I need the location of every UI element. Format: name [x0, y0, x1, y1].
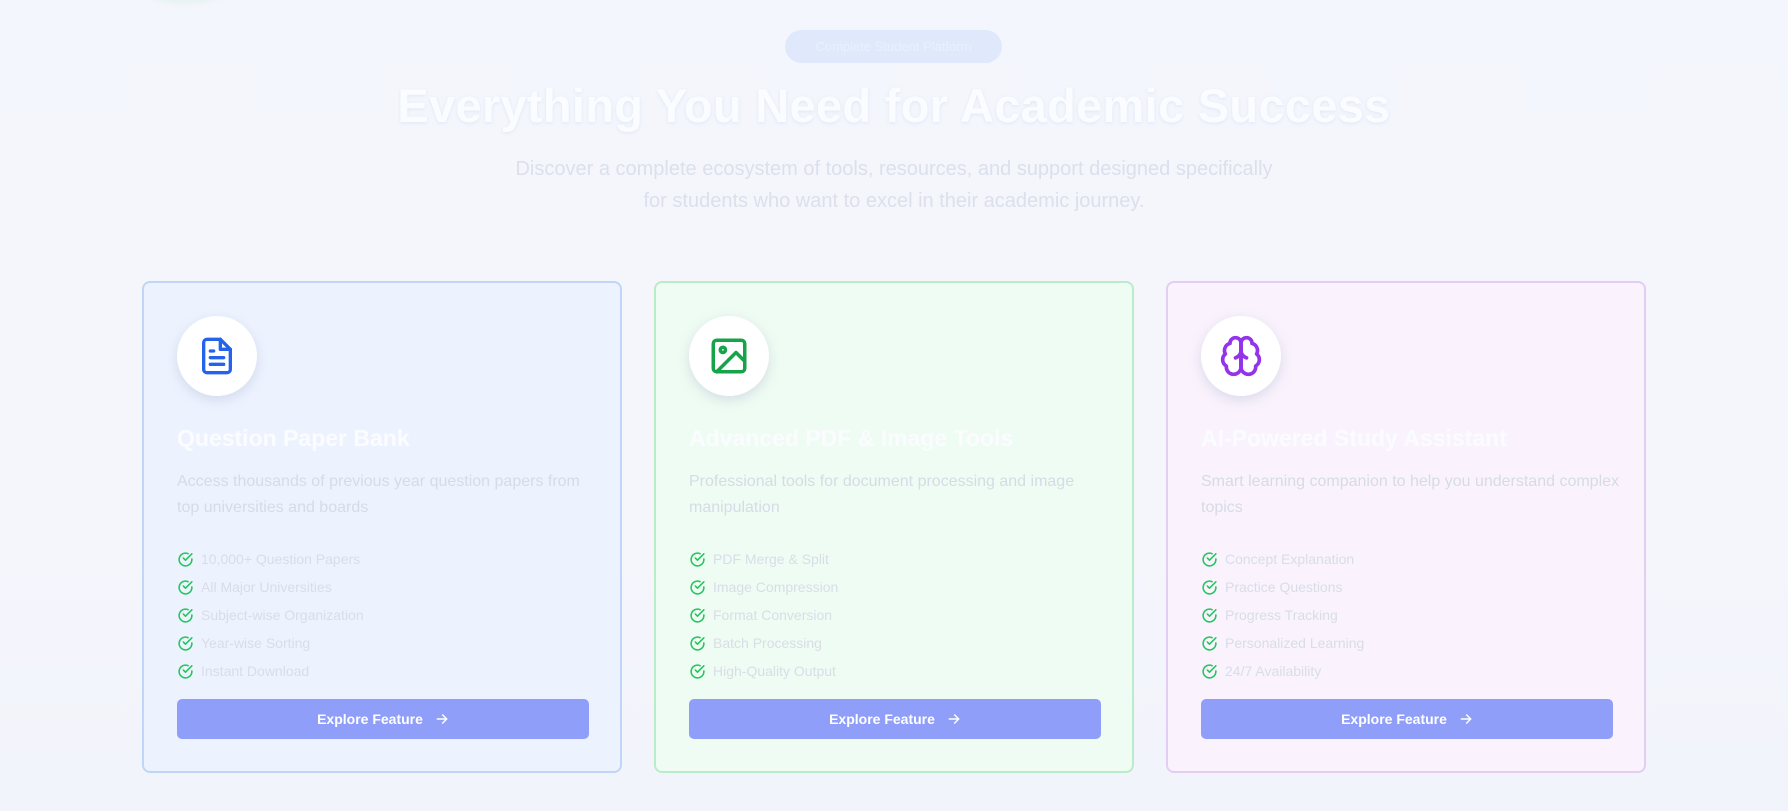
check-circle-icon	[178, 663, 193, 679]
check-circle-icon	[1202, 579, 1217, 595]
feature-list: 10,000+ Question Papers All Major Univer…	[177, 545, 364, 685]
feature-item: Progress Tracking	[1201, 601, 1364, 629]
feature-label: Image Compression	[713, 579, 839, 595]
feature-item: 10,000+ Question Papers	[177, 545, 364, 573]
section-title: Everything You Need for Academic Success	[397, 79, 1391, 132]
check-circle-icon	[178, 579, 193, 595]
feature-item: Practice Questions	[1201, 573, 1364, 601]
feature-label: Progress Tracking	[1225, 607, 1338, 623]
brain-icon	[1220, 335, 1262, 377]
feature-label: PDF Merge & Split	[713, 551, 829, 567]
feature-list: Concept Explanation Practice Questions P…	[1201, 545, 1364, 685]
decorative-blob	[140, 0, 230, 4]
feature-label: 10,000+ Question Papers	[201, 551, 361, 567]
card-description: Access thousands of previous year questi…	[177, 473, 580, 516]
feature-label: Practice Questions	[1225, 579, 1343, 595]
feature-card-pdf-image-tools: Advanced PDF & Image Tools Professional …	[654, 281, 1134, 773]
feature-card-ai-study-assistant: AI-Powered Study Assistant Smart learnin…	[1166, 281, 1646, 773]
card-title: Question Paper Bank	[177, 425, 410, 451]
button-label: Explore Feature	[1341, 711, 1447, 727]
check-circle-icon	[1202, 551, 1217, 567]
explore-feature-button[interactable]: Explore Feature	[1201, 699, 1613, 739]
check-circle-icon	[1202, 663, 1217, 679]
card-icon-wrapper	[689, 316, 769, 396]
feature-item: 24/7 Availability	[1201, 657, 1364, 685]
feature-item: Concept Explanation	[1201, 545, 1364, 573]
feature-item: Instant Download	[177, 657, 364, 685]
check-circle-icon	[690, 579, 705, 595]
card-title: AI-Powered Study Assistant	[1201, 425, 1507, 451]
check-circle-icon	[178, 635, 193, 651]
section-badge: Complete Student Platform	[785, 30, 1002, 63]
card-description: Smart learning companion to help you und…	[1201, 473, 1620, 516]
explore-feature-button[interactable]: Explore Feature	[177, 699, 589, 739]
check-circle-icon	[178, 607, 193, 623]
feature-label: All Major Universities	[201, 579, 332, 595]
card-icon-wrapper	[1201, 316, 1281, 396]
feature-label: Instant Download	[201, 663, 310, 679]
feature-item: High-Quality Output	[689, 657, 838, 685]
feature-item: Personalized Learning	[1201, 629, 1364, 657]
explore-feature-button[interactable]: Explore Feature	[689, 699, 1101, 739]
check-circle-icon	[1202, 607, 1217, 623]
check-circle-icon	[690, 635, 705, 651]
feature-label: Subject-wise Organization	[201, 607, 364, 623]
image-icon	[711, 338, 747, 374]
feature-item: Year-wise Sorting	[177, 629, 364, 657]
check-circle-icon	[690, 607, 705, 623]
feature-item: PDF Merge & Split	[689, 545, 838, 573]
feature-item: All Major Universities	[177, 573, 364, 601]
arrow-right-icon	[436, 714, 448, 724]
feature-label: Format Conversion	[713, 607, 833, 623]
check-circle-icon	[690, 551, 705, 567]
check-circle-icon	[178, 551, 193, 567]
feature-label: Year-wise Sorting	[201, 635, 311, 651]
feature-label: Concept Explanation	[1225, 551, 1355, 567]
feature-item: Batch Processing	[689, 629, 838, 657]
arrow-right-icon	[1460, 714, 1472, 724]
button-label: Explore Feature	[829, 711, 935, 727]
check-circle-icon	[690, 663, 705, 679]
document-icon	[202, 337, 232, 375]
feature-label: 24/7 Availability	[1225, 663, 1322, 679]
feature-item: Format Conversion	[689, 601, 838, 629]
check-circle-icon	[1202, 635, 1217, 651]
button-label: Explore Feature	[317, 711, 423, 727]
feature-label: High-Quality Output	[713, 663, 836, 679]
card-description: Professional tools for document processi…	[689, 473, 1075, 516]
section-subtitle: Discover a complete ecosystem of tools, …	[515, 158, 1273, 212]
feature-item: Subject-wise Organization	[177, 601, 364, 629]
feature-label: Batch Processing	[713, 635, 822, 651]
feature-label: Personalized Learning	[1225, 635, 1365, 651]
card-icon-wrapper	[177, 316, 257, 396]
feature-item: Image Compression	[689, 573, 838, 601]
card-title: Advanced PDF & Image Tools	[689, 425, 1014, 451]
feature-card-question-paper-bank: Question Paper Bank Access thousands of …	[142, 281, 622, 773]
arrow-right-icon	[948, 714, 960, 724]
feature-list: PDF Merge & Split Image Compression Form…	[689, 545, 838, 685]
